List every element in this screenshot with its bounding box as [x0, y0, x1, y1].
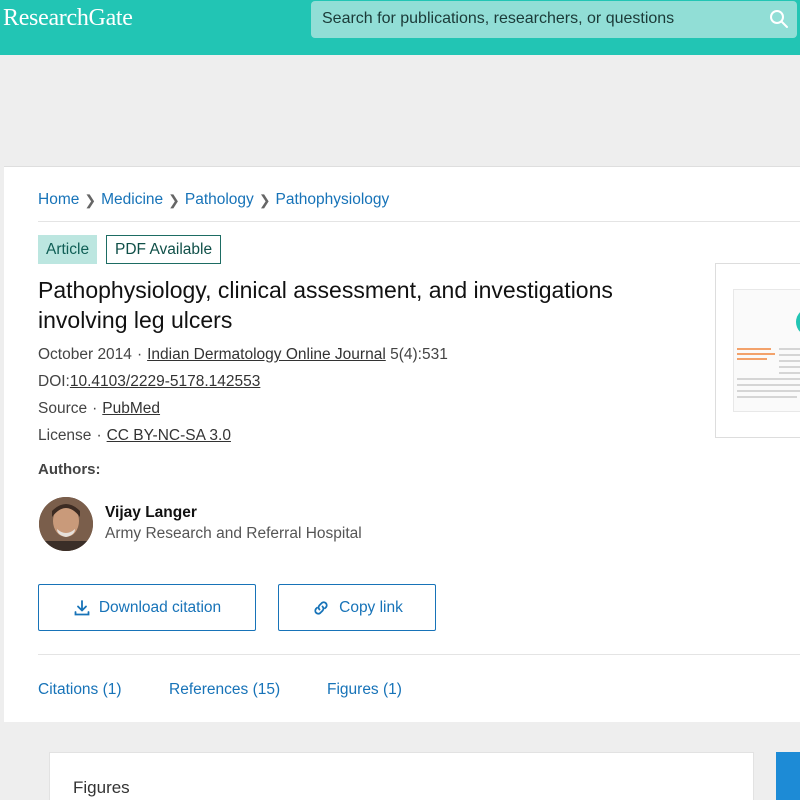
- doi-link[interactable]: 10.4103/2229-5178.142553: [70, 373, 261, 390]
- top-bar: ResearchGate Search for publications, re…: [0, 0, 800, 55]
- link-icon: [314, 600, 328, 615]
- doi-label: DOI:: [38, 373, 70, 390]
- badge-icon: [796, 308, 800, 336]
- download-icon: [74, 599, 90, 615]
- copy-link-button[interactable]: Copy link: [278, 584, 436, 631]
- license-label: License: [38, 427, 92, 444]
- license-link[interactable]: CC BY-NC-SA 3.0: [107, 427, 231, 444]
- article-title: Pathophysiology, clinical assessment, an…: [38, 277, 613, 333]
- preview-line: [737, 396, 797, 398]
- preview-line: [779, 354, 800, 356]
- avatar[interactable]: [39, 497, 93, 551]
- breadcrumb: Home ❯ Medicine ❯ Pathology ❯ Pathophysi…: [38, 191, 389, 209]
- chevron-right-icon: ❯: [84, 191, 97, 208]
- authors-label: Authors:: [38, 461, 101, 478]
- preview-line: [779, 360, 800, 362]
- author-affiliation[interactable]: Army Research and Referral Hospital: [105, 525, 362, 543]
- preview-line: [737, 358, 767, 360]
- chevron-right-icon: ❯: [258, 191, 271, 208]
- search-placeholder: Search for publications, researchers, or…: [322, 10, 675, 27]
- pdf-available-badge: PDF Available: [106, 235, 222, 264]
- author-name[interactable]: Vijay Langer: [105, 504, 197, 522]
- source-link[interactable]: PubMed: [102, 400, 160, 417]
- publication-date: October 2014: [38, 346, 132, 363]
- publication-info: October 2014 · Indian Dermatology Online J…: [38, 346, 448, 363]
- tab-references[interactable]: References (15): [169, 681, 280, 699]
- logo[interactable]: ResearchGate: [3, 5, 133, 32]
- pdf-thumbnail[interactable]: [715, 263, 800, 438]
- journal-link[interactable]: Indian Dermatology Online Journal: [147, 346, 386, 363]
- breadcrumb-medicine[interactable]: Medicine: [101, 191, 163, 209]
- tab-figures[interactable]: Figures (1): [327, 681, 402, 699]
- preview-line: [779, 366, 800, 368]
- journal-volume: 5(4):531: [390, 346, 448, 363]
- figures-section: Figures: [49, 752, 754, 800]
- preview-line: [779, 372, 800, 374]
- preview-line: [737, 348, 771, 350]
- sidebar-action-button[interactable]: [776, 752, 800, 800]
- preview-line: [737, 378, 800, 380]
- source-label: Source: [38, 400, 88, 417]
- avatar-photo-icon: [39, 497, 93, 551]
- chevron-right-icon: ❯: [168, 191, 180, 208]
- search-icon[interactable]: [769, 9, 789, 29]
- source-row: Source · PubMed: [38, 400, 161, 417]
- doi-row: DOI:10.4103/2229-5178.142553: [38, 373, 260, 391]
- article-type-badge: Article: [38, 235, 98, 264]
- download-citation-label: Download citation: [98, 598, 222, 616]
- license-row: License · CC BY-NC-SA 3.0: [38, 427, 231, 444]
- divider: [38, 221, 800, 222]
- tab-citations[interactable]: Citations (1): [38, 681, 122, 699]
- preview-line: [779, 348, 800, 350]
- figures-section-title: Figures: [73, 778, 130, 797]
- copy-link-label: Copy link: [339, 598, 403, 616]
- breadcrumb-home[interactable]: Home: [38, 191, 79, 209]
- preview-line: [737, 390, 800, 392]
- preview-line: [737, 353, 775, 355]
- search-input[interactable]: Search for publications, researchers, or…: [311, 1, 797, 38]
- breadcrumb-pathophysiology[interactable]: Pathophysiology: [276, 191, 390, 209]
- download-citation-button[interactable]: Download citation: [38, 584, 256, 631]
- article-card: Home ❯ Medicine ❯ Pathology ❯ Pathophysi…: [4, 166, 800, 722]
- preview-line: [737, 384, 800, 386]
- breadcrumb-pathology[interactable]: Pathology: [185, 191, 254, 209]
- divider: [38, 654, 800, 655]
- pdf-page-preview: [733, 289, 800, 412]
